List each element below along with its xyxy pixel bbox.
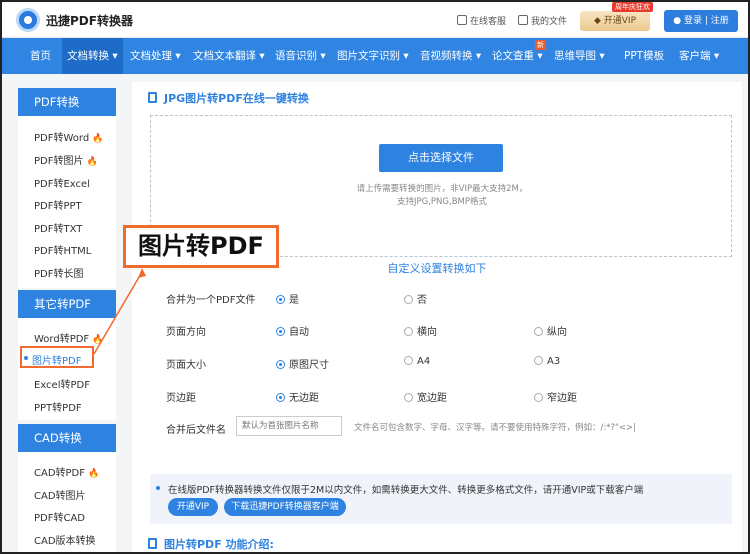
app-frame: 迅捷PDF转换器 在线客服 我的文件 ◆ 开通VIP 周年庆狂欢 ● 登录 | … — [0, 0, 750, 554]
callout-arrow — [93, 268, 146, 355]
callout-label: 图片转PDF — [123, 225, 279, 268]
